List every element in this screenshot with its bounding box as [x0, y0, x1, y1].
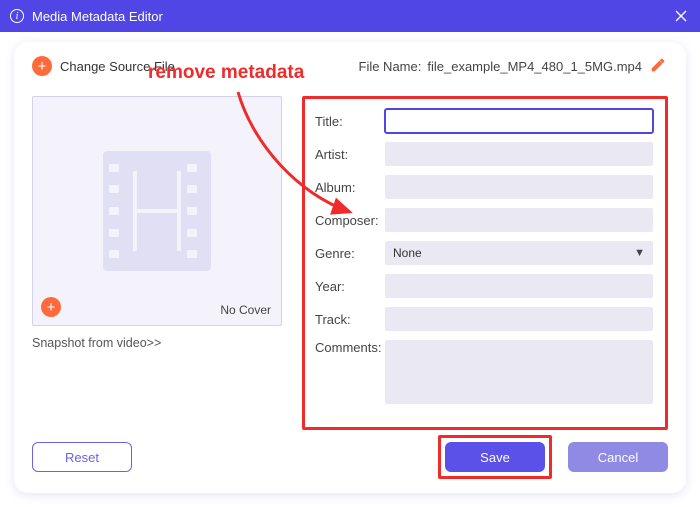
cancel-button[interactable]: Cancel: [568, 442, 668, 472]
editor-card: + Change Source File File Name: file_exa…: [14, 42, 686, 493]
save-button[interactable]: Save: [445, 442, 545, 472]
snapshot-link[interactable]: Snapshot from video>>: [32, 336, 302, 350]
reset-button[interactable]: Reset: [32, 442, 132, 472]
album-input[interactable]: [385, 175, 653, 199]
window-close-button[interactable]: [672, 7, 690, 25]
titlebar: i Media Metadata Editor: [0, 0, 700, 32]
composer-input[interactable]: [385, 208, 653, 232]
button-row: Reset Save Cancel: [32, 435, 668, 479]
title-input[interactable]: [385, 109, 653, 133]
genre-select[interactable]: None ▼: [385, 241, 653, 265]
no-cover-label: No Cover: [220, 303, 271, 317]
artist-label: Artist:: [315, 147, 385, 162]
chevron-down-icon: ▼: [634, 247, 645, 259]
form-column: Title: Artist: Album: Composer: Genre: N…: [302, 96, 668, 430]
info-icon: i: [10, 9, 24, 23]
file-name-value: file_example_MP4_480_1_5MG.mp4: [427, 59, 642, 74]
title-label: Title:: [315, 114, 385, 129]
year-label: Year:: [315, 279, 385, 294]
film-placeholder-icon: [103, 151, 211, 271]
genre-label: Genre:: [315, 246, 385, 261]
close-icon: [675, 10, 687, 22]
add-cover-button[interactable]: +: [41, 297, 61, 317]
change-source-label: Change Source File: [60, 59, 175, 74]
track-label: Track:: [315, 312, 385, 327]
pencil-icon: [650, 57, 666, 73]
cover-column: + No Cover Snapshot from video>>: [32, 96, 302, 430]
top-row: + Change Source File File Name: file_exa…: [32, 56, 668, 76]
file-name-label: File Name:: [359, 59, 422, 74]
form-annotation-border: Title: Artist: Album: Composer: Genre: N…: [302, 96, 668, 430]
album-label: Album:: [315, 180, 385, 195]
year-input[interactable]: [385, 274, 653, 298]
change-source-button[interactable]: +: [32, 56, 52, 76]
save-annotation-border: Save: [438, 435, 552, 479]
comments-input[interactable]: [385, 340, 653, 404]
comments-label: Comments:: [315, 340, 385, 355]
edit-filename-button[interactable]: [650, 57, 668, 75]
composer-label: Composer:: [315, 213, 385, 228]
artist-input[interactable]: [385, 142, 653, 166]
window-title: Media Metadata Editor: [32, 9, 163, 24]
cover-preview: + No Cover: [32, 96, 282, 326]
track-input[interactable]: [385, 307, 653, 331]
genre-value: None: [393, 246, 422, 260]
